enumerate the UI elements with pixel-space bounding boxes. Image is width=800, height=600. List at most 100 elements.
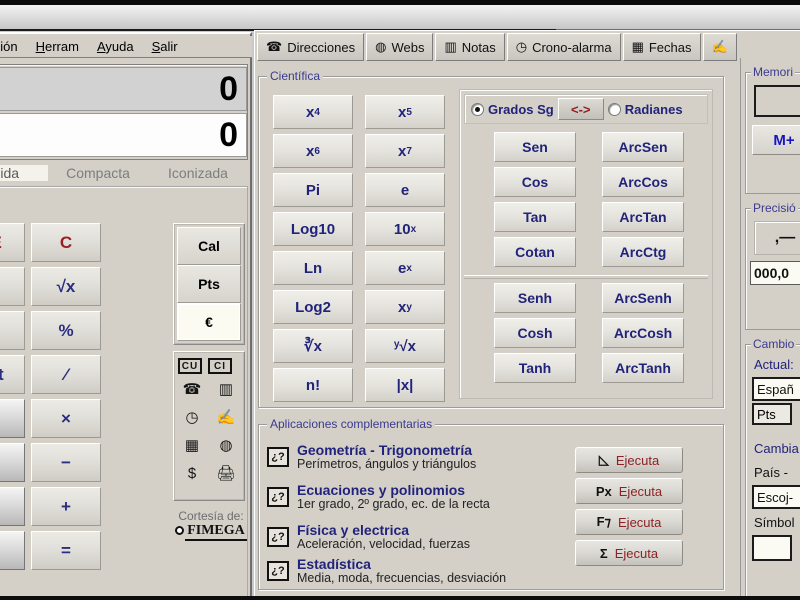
key-minus[interactable]: − [31,443,101,482]
btn-x6[interactable]: x6 [273,134,353,168]
btn-arccosh[interactable]: ArcCosh [602,318,684,348]
btn-x7[interactable]: x7 [365,134,445,168]
menu-item-herram[interactable]: Herram [36,39,79,54]
execute-ecuaciones-button[interactable]: Px Ejecuta [575,478,683,504]
btn-xy[interactable]: xy [365,290,445,324]
help-icon[interactable]: ¿? [267,561,289,581]
key-ent[interactable]: Ent [0,355,25,394]
btn-arccos[interactable]: ArcCos [602,167,684,197]
key-square[interactable]: x2 [0,267,25,306]
btn-arcsen[interactable]: ArcSen [602,132,684,162]
help-icon[interactable]: ¿? [267,487,289,507]
display-main: 0 [0,113,247,157]
btn-tan[interactable]: Tan [494,202,576,232]
help-icon[interactable]: ¿? [267,447,289,467]
radio-grados[interactable] [471,102,484,116]
btn-cos[interactable]: Cos [494,167,576,197]
btn-cosh[interactable]: Cosh [494,318,576,348]
menu-item-salir[interactable]: Salir [152,39,178,54]
cientifica-legend: Científica [267,69,324,83]
btn-cuberoot[interactable]: ∛x [273,329,353,363]
btn-ln[interactable]: Ln [273,251,353,285]
keypad-row: x2 √x [0,267,101,306]
key-decimal[interactable]: , [0,531,25,570]
btn-arctanh[interactable]: ArcTanh [602,353,684,383]
globe-icon[interactable]: ◍ [212,432,240,458]
btn-ex[interactable]: ex [365,251,445,285]
btn-log10[interactable]: Log10 [273,212,353,246]
btn-x4[interactable]: x4 [273,95,353,129]
tab-fechas[interactable]: ▦ Fechas [622,33,701,61]
key-plus[interactable]: + [31,487,101,526]
pais-select[interactable]: Escoj- [752,485,800,509]
btn-yroot[interactable]: ʸ√x [365,329,445,363]
execute-label: Ejecuta [618,514,662,530]
tab-crono-alarma[interactable]: ◷ Crono-alarma [506,33,621,61]
btn-x5[interactable]: x5 [365,95,445,129]
notes-icon[interactable]: ✍ [212,404,240,430]
btn-e[interactable]: e [365,173,445,207]
key-divide[interactable]: ⁄ [31,355,101,394]
notebook-icon[interactable]: ▥ [212,376,240,402]
menu-item-configuracion[interactable]: nfiguración [0,39,18,54]
precision-value[interactable]: 000,0 [750,261,800,285]
memoria-field[interactable] [754,85,800,117]
printer-icon[interactable]: 🖨 [212,460,240,486]
currency-icon[interactable]: $ [178,460,206,486]
execute-geometria-button[interactable]: ◺ Ejecuta [575,447,683,473]
btn-arctan[interactable]: ArcTan [602,202,684,232]
phone-icon[interactable]: ☎ [178,376,206,402]
btn-sen[interactable]: Sen [494,132,576,162]
btn-log2[interactable]: Log2 [273,290,353,324]
key-ce[interactable]: CE [0,223,25,262]
actual-country-field[interactable]: Españ [752,377,800,401]
key-c[interactable]: C [31,223,101,262]
tab-notes-extra[interactable]: ✍ [702,33,737,61]
btn-pi[interactable]: Pi [273,173,353,207]
dates-icon[interactable]: ▦ [178,432,206,458]
tab-webs[interactable]: ◍ Webs [366,33,434,61]
btn-arcsenh[interactable]: ArcSenh [602,283,684,313]
btn-arcctg[interactable]: ArcCtg [602,237,684,267]
angle-unit-bar: Grados Sg <-> Radianes [464,94,708,124]
key-equals[interactable]: = [31,531,101,570]
view-mode-compacta[interactable]: Compacta [48,165,148,181]
btn-10x[interactable]: 10 x [365,212,445,246]
mode-cal-button[interactable]: Cal [177,227,241,265]
tab-direcciones[interactable]: ☎ Direcciones [257,33,365,61]
window-bottom-border [0,596,800,600]
simbolo-field[interactable] [752,535,792,561]
calculator-window: nfiguración Herram Ayuda Salir 0 0 endid… [0,32,252,600]
btn-abs[interactable]: |x| [365,368,445,402]
swap-angle-button[interactable]: <-> [557,98,604,120]
mode-euro-button[interactable]: € [177,303,241,341]
execute-estadistica-button[interactable]: Σ Ejecuta [575,540,683,566]
key-6[interactable]: 6 [0,443,25,482]
cu-icon[interactable]: CU [178,358,202,374]
key-sqrt[interactable]: √x [31,267,101,306]
simbolo-label: Símbol [754,515,795,530]
clock-icon[interactable]: ◷ [178,404,206,430]
execute-fisica-button[interactable]: F⁊ Ejecuta [575,509,683,535]
view-mode-extendida[interactable]: endida [0,165,48,181]
ci-icon[interactable]: CI [208,358,232,374]
key-reciprocal[interactable]: ¹⁄x [0,311,25,350]
key-9[interactable]: 9 [0,399,25,438]
help-icon[interactable]: ¿? [267,527,289,547]
memoria-add-button[interactable]: M+ [752,125,800,155]
view-mode-iconizada[interactable]: Iconizada [148,165,248,181]
actual-symbol-button[interactable]: Pts [752,403,792,425]
tab-notas[interactable]: ▥ Notas [435,33,505,61]
btn-cotan[interactable]: Cotan [494,237,576,267]
key-percent[interactable]: % [31,311,101,350]
polynomial-icon: Px [595,483,612,499]
btn-tanh[interactable]: Tanh [494,353,576,383]
radio-radianes[interactable] [607,102,621,116]
btn-senh[interactable]: Senh [494,283,576,313]
execute-label: Ejecuta [615,452,660,468]
key-multiply[interactable]: × [31,399,101,438]
key-3[interactable]: 3 [0,487,25,526]
btn-factorial[interactable]: n! [273,368,353,402]
mode-pts-button[interactable]: Pts [177,265,241,303]
menu-item-ayuda[interactable]: Ayuda [97,39,134,54]
